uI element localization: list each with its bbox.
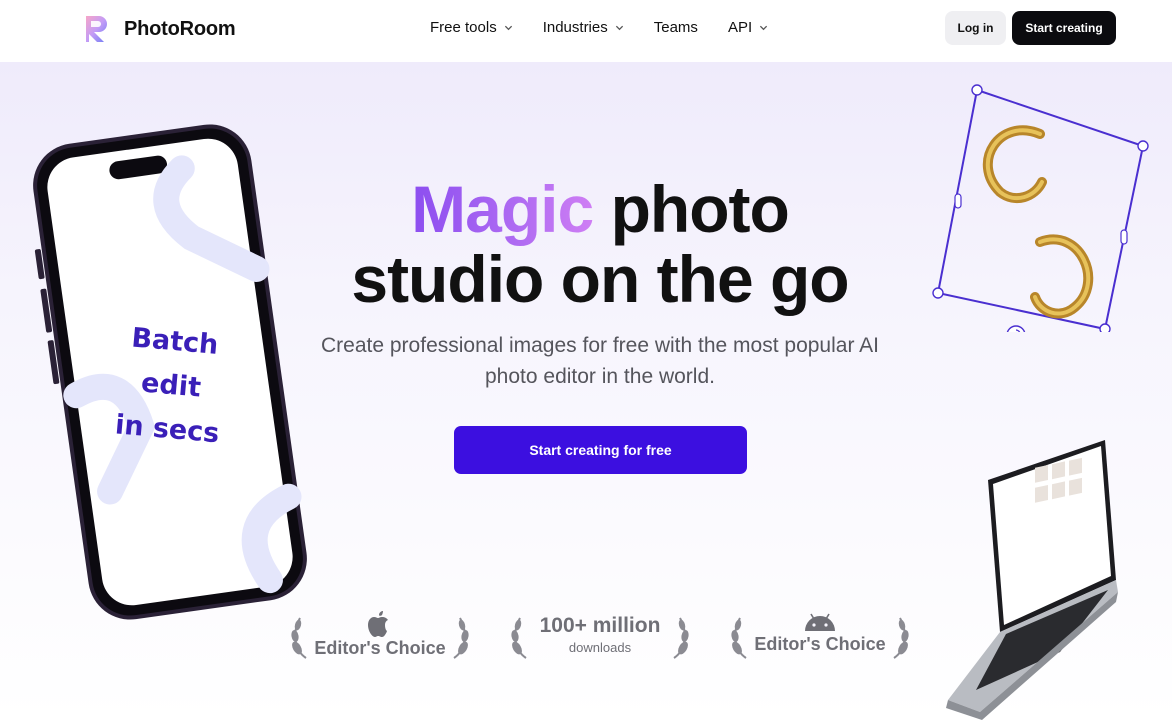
headline-line2: studio on the go [351,242,849,316]
hero-headline: Magic photo studio on the go [300,174,900,314]
phone-screen-text: Batch edit in secs [91,314,252,459]
login-button[interactable]: Log in [945,11,1006,45]
laurel-right-icon [453,617,469,659]
nav-api[interactable]: API [728,19,768,36]
award-title: 100+ million [539,614,661,637]
chevron-down-icon [504,25,512,31]
apple-icon [368,611,388,637]
phone-text-line1: Batch edit [130,322,220,404]
earrings-selection-illustration [932,84,1149,332]
laurel-left-icon [511,617,527,659]
chevron-down-icon [615,25,623,31]
award-android: Editor's Choice [730,610,910,662]
android-icon [805,613,835,631]
logo[interactable]: PhotoRoom [84,14,236,44]
headline-rest: photo [610,172,790,246]
chevron-down-icon [760,25,768,31]
nav-links: Free tools Industries Teams API [430,19,768,36]
nav-free-tools[interactable]: Free tools [430,19,513,36]
nav-teams-label: Teams [653,19,698,36]
award-title: Editor's Choice [754,634,886,654]
laurel-right-icon [673,617,689,659]
laptop-illustration [946,440,1118,720]
brand-name: PhotoRoom [124,17,236,40]
headline-accent: Magic [411,172,594,246]
award-sub: downloads [568,640,632,655]
laurel-right-icon [893,617,909,659]
hero-subtitle: Create professional images for free with… [321,334,879,388]
hero-section: Batch edit in secs Magic photo studio on… [0,62,1172,720]
nav-free-tools-label: Free tools [430,19,497,36]
nav-industries-label: Industries [542,19,608,36]
laurel-left-icon [291,617,307,659]
nav-teams[interactable]: Teams [654,19,698,36]
award-downloads: 100+ million downloads [510,610,690,662]
start-creating-button[interactable]: Start creating [1012,11,1116,45]
award-title: Editor's Choice [314,638,446,658]
nav-api-label: API [727,19,753,36]
nav-industries[interactable]: Industries [543,19,624,36]
top-nav: PhotoRoom Free tools Industries Teams AP… [0,0,1172,62]
start-creating-free-button[interactable]: Start creating for free [454,426,747,474]
laurel-left-icon [731,617,747,659]
photoroom-logo-icon [86,16,107,42]
award-apple: Editor's Choice [290,610,470,662]
